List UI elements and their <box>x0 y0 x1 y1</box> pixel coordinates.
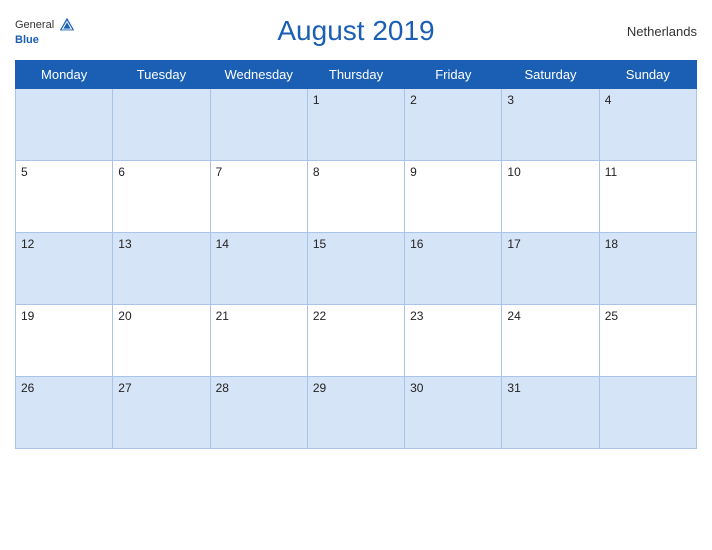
weekday-header: Saturday <box>502 61 599 89</box>
logo-text: General <box>15 16 76 34</box>
logo-blue-text: Blue <box>15 34 39 46</box>
calendar-day-cell: 30 <box>405 377 502 449</box>
calendar-day-cell: 10 <box>502 161 599 233</box>
calendar-day-cell: 7 <box>210 161 307 233</box>
day-number: 29 <box>313 381 326 395</box>
calendar-week-row: 1 2 3 4 <box>16 89 697 161</box>
day-number: 18 <box>605 237 618 251</box>
day-number: 7 <box>216 165 223 179</box>
day-number: 3 <box>507 93 514 107</box>
calendar-day-cell: 27 <box>113 377 210 449</box>
calendar-day-cell: 29 <box>307 377 404 449</box>
calendar-day-cell <box>16 89 113 161</box>
calendar-day-cell: 13 <box>113 233 210 305</box>
calendar-week-row: 19 20 21 22 23 24 25 <box>16 305 697 377</box>
calendar-day-cell: 17 <box>502 233 599 305</box>
calendar-day-cell: 9 <box>405 161 502 233</box>
calendar-day-cell: 2 <box>405 89 502 161</box>
calendar-day-cell: 22 <box>307 305 404 377</box>
calendar-day-cell: 3 <box>502 89 599 161</box>
weekday-header-row: MondayTuesdayWednesdayThursdayFridaySatu… <box>16 61 697 89</box>
calendar-day-cell <box>113 89 210 161</box>
calendar-day-cell: 12 <box>16 233 113 305</box>
weekday-header: Thursday <box>307 61 404 89</box>
day-number: 15 <box>313 237 326 251</box>
weekday-header: Tuesday <box>113 61 210 89</box>
calendar-day-cell: 20 <box>113 305 210 377</box>
day-number: 30 <box>410 381 423 395</box>
calendar-day-cell: 5 <box>16 161 113 233</box>
calendar-day-cell <box>210 89 307 161</box>
day-number: 6 <box>118 165 125 179</box>
month-title: August 2019 <box>277 15 434 47</box>
weekday-header: Friday <box>405 61 502 89</box>
logo-general-text: General <box>15 19 54 31</box>
calendar-day-cell: 26 <box>16 377 113 449</box>
calendar-day-cell: 8 <box>307 161 404 233</box>
day-number: 28 <box>216 381 229 395</box>
day-number: 16 <box>410 237 423 251</box>
calendar-day-cell: 4 <box>599 89 696 161</box>
day-number: 14 <box>216 237 229 251</box>
calendar-day-cell: 1 <box>307 89 404 161</box>
calendar-week-row: 5 6 7 8 9 10 11 <box>16 161 697 233</box>
day-number: 23 <box>410 309 423 323</box>
day-number: 2 <box>410 93 417 107</box>
calendar-thead: MondayTuesdayWednesdayThursdayFridaySatu… <box>16 61 697 89</box>
calendar-day-cell: 21 <box>210 305 307 377</box>
day-number: 9 <box>410 165 417 179</box>
calendar-week-row: 12 13 14 15 16 17 18 <box>16 233 697 305</box>
calendar-day-cell: 28 <box>210 377 307 449</box>
day-number: 4 <box>605 93 612 107</box>
calendar-day-cell: 16 <box>405 233 502 305</box>
calendar-day-cell: 25 <box>599 305 696 377</box>
calendar-table: MondayTuesdayWednesdayThursdayFridaySatu… <box>15 60 697 449</box>
day-number: 5 <box>21 165 28 179</box>
weekday-header: Monday <box>16 61 113 89</box>
day-number: 12 <box>21 237 34 251</box>
calendar-week-row: 26 27 28 29 30 31 <box>16 377 697 449</box>
country-label: Netherlands <box>627 24 697 39</box>
day-number: 24 <box>507 309 520 323</box>
weekday-header: Wednesday <box>210 61 307 89</box>
logo-icon <box>58 16 76 34</box>
calendar-day-cell: 31 <box>502 377 599 449</box>
weekday-header: Sunday <box>599 61 696 89</box>
day-number: 10 <box>507 165 520 179</box>
calendar-day-cell: 15 <box>307 233 404 305</box>
calendar-header: General Blue August 2019 Netherlands <box>15 10 697 52</box>
day-number: 19 <box>21 309 34 323</box>
calendar-day-cell <box>599 377 696 449</box>
day-number: 11 <box>605 165 617 179</box>
day-number: 22 <box>313 309 326 323</box>
day-number: 25 <box>605 309 618 323</box>
calendar-tbody: 1234567891011121314151617181920212223242… <box>16 89 697 449</box>
day-number: 1 <box>313 93 320 107</box>
day-number: 13 <box>118 237 131 251</box>
calendar-day-cell: 11 <box>599 161 696 233</box>
day-number: 31 <box>507 381 520 395</box>
calendar-wrapper: General Blue August 2019 Netherlands Mon… <box>0 0 712 550</box>
day-number: 26 <box>21 381 34 395</box>
day-number: 21 <box>216 309 229 323</box>
logo-area: General Blue <box>15 16 76 46</box>
calendar-day-cell: 23 <box>405 305 502 377</box>
calendar-day-cell: 6 <box>113 161 210 233</box>
day-number: 20 <box>118 309 131 323</box>
calendar-day-cell: 24 <box>502 305 599 377</box>
day-number: 8 <box>313 165 320 179</box>
day-number: 27 <box>118 381 131 395</box>
calendar-day-cell: 19 <box>16 305 113 377</box>
calendar-day-cell: 14 <box>210 233 307 305</box>
calendar-day-cell: 18 <box>599 233 696 305</box>
day-number: 17 <box>507 237 520 251</box>
